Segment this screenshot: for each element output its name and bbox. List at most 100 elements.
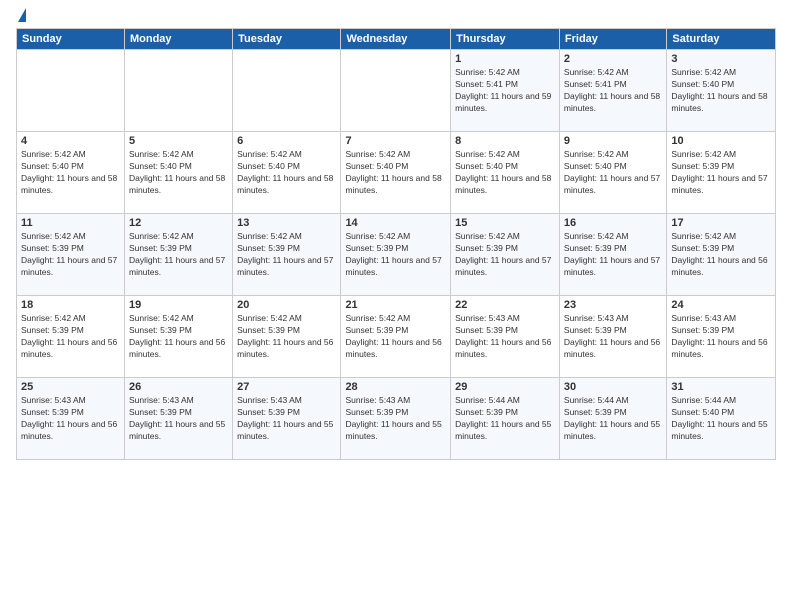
day-number: 22	[455, 299, 555, 311]
day-info: Sunrise: 5:43 AM Sunset: 5:39 PM Dayligh…	[21, 395, 120, 443]
calendar-cell	[17, 50, 125, 132]
day-info: Sunrise: 5:42 AM Sunset: 5:40 PM Dayligh…	[455, 149, 555, 197]
day-info: Sunrise: 5:42 AM Sunset: 5:41 PM Dayligh…	[455, 67, 555, 115]
day-info: Sunrise: 5:42 AM Sunset: 5:39 PM Dayligh…	[237, 231, 336, 279]
calendar-week-2: 4 Sunrise: 5:42 AM Sunset: 5:40 PM Daylig…	[17, 132, 776, 214]
day-info: Sunrise: 5:42 AM Sunset: 5:40 PM Dayligh…	[671, 67, 771, 115]
day-info: Sunrise: 5:42 AM Sunset: 5:39 PM Dayligh…	[237, 313, 336, 361]
day-number: 8	[455, 135, 555, 147]
day-info: Sunrise: 5:43 AM Sunset: 5:39 PM Dayligh…	[564, 313, 662, 361]
calendar-cell: 12Sunrise: 5:42 AM Sunset: 5:39 PM Dayli…	[124, 214, 232, 296]
day-number: 6	[237, 135, 336, 147]
day-info: Sunrise: 5:42 AM Sunset: 5:39 PM Dayligh…	[21, 313, 120, 361]
calendar-cell: 10 Sunrise: 5:42 AM Sunset: 5:39 PM Dayli…	[667, 132, 776, 214]
calendar-cell: 4 Sunrise: 5:42 AM Sunset: 5:40 PM Daylig…	[17, 132, 125, 214]
day-info: Sunrise: 5:42 AM Sunset: 5:39 PM Dayligh…	[345, 231, 446, 279]
day-info: Sunrise: 5:43 AM Sunset: 5:39 PM Dayligh…	[345, 395, 446, 443]
calendar-cell: 5 Sunrise: 5:42 AM Sunset: 5:40 PM Daylig…	[124, 132, 232, 214]
day-number: 3	[671, 53, 771, 65]
calendar-header-wednesday: Wednesday	[341, 29, 451, 50]
day-number: 29	[455, 381, 555, 393]
calendar-cell: 20 Sunrise: 5:42 AM Sunset: 5:39 PM Dayli…	[233, 296, 341, 378]
calendar-week-3: 11 Sunrise: 5:42 AM Sunset: 5:39 PM Dayli…	[17, 214, 776, 296]
day-number: 4	[21, 135, 120, 147]
day-info: Sunrise: 5:42 AM Sunset: 5:40 PM Dayligh…	[21, 149, 120, 197]
day-info: Sunrise: 5:42 AM Sunset: 5:39 PM Dayligh…	[345, 313, 446, 361]
day-info: Sunrise: 5:43 AM Sunset: 5:39 PM Dayligh…	[129, 395, 228, 443]
day-number: 25	[21, 381, 120, 393]
day-info: Sunrise: 5:42 AM Sunset: 5:39 PM Dayligh…	[671, 149, 771, 197]
day-number: 23	[564, 299, 662, 311]
page: SundayMondayTuesdayWednesdayThursdayFrid…	[0, 0, 792, 612]
calendar-cell: 14 Sunrise: 5:42 AM Sunset: 5:39 PM Dayli…	[341, 214, 451, 296]
day-info: Sunrise: 5:42 AM Sunset: 5:39 PM Dayligh…	[129, 313, 228, 361]
day-info: Sunrise: 5:42 AM Sunset: 5:40 PM Dayligh…	[345, 149, 446, 197]
calendar-week-4: 18 Sunrise: 5:42 AM Sunset: 5:39 PM Dayli…	[17, 296, 776, 378]
logo-triangle-icon	[18, 8, 26, 22]
day-number: 31	[671, 381, 771, 393]
day-number: 19	[129, 299, 228, 311]
day-info: Sunrise: 5:42 AM Sunset: 5:39 PM Dayligh…	[564, 231, 662, 279]
day-number: 20	[237, 299, 336, 311]
calendar-cell: 6 Sunrise: 5:42 AM Sunset: 5:40 PM Daylig…	[233, 132, 341, 214]
logo	[16, 12, 26, 22]
day-number: 28	[345, 381, 446, 393]
day-number: 18	[21, 299, 120, 311]
day-info: Sunrise: 5:43 AM Sunset: 5:39 PM Dayligh…	[237, 395, 336, 443]
calendar-cell: 7 Sunrise: 5:42 AM Sunset: 5:40 PM Daylig…	[341, 132, 451, 214]
day-info: Sunrise: 5:43 AM Sunset: 5:39 PM Dayligh…	[671, 313, 771, 361]
calendar-cell: 18 Sunrise: 5:42 AM Sunset: 5:39 PM Dayli…	[17, 296, 125, 378]
day-info: Sunrise: 5:44 AM Sunset: 5:39 PM Dayligh…	[455, 395, 555, 443]
calendar-header-saturday: Saturday	[667, 29, 776, 50]
day-info: Sunrise: 5:42 AM Sunset: 5:40 PM Dayligh…	[129, 149, 228, 197]
day-number: 14	[345, 217, 446, 229]
day-number: 11	[21, 217, 120, 229]
calendar-cell: 29 Sunrise: 5:44 AM Sunset: 5:39 PM Dayli…	[451, 378, 560, 460]
calendar-cell: 16 Sunrise: 5:42 AM Sunset: 5:39 PM Dayli…	[559, 214, 666, 296]
day-number: 27	[237, 381, 336, 393]
day-info: Sunrise: 5:42 AM Sunset: 5:41 PM Dayligh…	[564, 67, 662, 115]
header	[16, 12, 776, 22]
day-number: 13	[237, 217, 336, 229]
day-info: Sunrise: 5:42 AM Sunset: 5:39 PM Dayligh…	[21, 231, 120, 279]
calendar-cell: 23 Sunrise: 5:43 AM Sunset: 5:39 PM Dayli…	[559, 296, 666, 378]
day-number: 30	[564, 381, 662, 393]
calendar-table: SundayMondayTuesdayWednesdayThursdayFrid…	[16, 28, 776, 460]
calendar-cell: 28 Sunrise: 5:43 AM Sunset: 5:39 PM Dayli…	[341, 378, 451, 460]
day-number: 5	[129, 135, 228, 147]
day-number: 10	[671, 135, 771, 147]
calendar-cell: 15Sunrise: 5:42 AM Sunset: 5:39 PM Dayli…	[451, 214, 560, 296]
calendar-cell: 3 Sunrise: 5:42 AM Sunset: 5:40 PM Daylig…	[667, 50, 776, 132]
calendar-header-sunday: Sunday	[17, 29, 125, 50]
day-info: Sunrise: 5:44 AM Sunset: 5:40 PM Dayligh…	[671, 395, 771, 443]
day-info: Sunrise: 5:42 AM Sunset: 5:39 PM Dayligh…	[455, 231, 555, 279]
calendar-header-thursday: Thursday	[451, 29, 560, 50]
day-number: 17	[671, 217, 771, 229]
day-info: Sunrise: 5:42 AM Sunset: 5:39 PM Dayligh…	[671, 231, 771, 279]
calendar-cell	[341, 50, 451, 132]
calendar-header-tuesday: Tuesday	[233, 29, 341, 50]
calendar-header-monday: Monday	[124, 29, 232, 50]
day-info: Sunrise: 5:42 AM Sunset: 5:40 PM Dayligh…	[237, 149, 336, 197]
calendar-cell: 22 Sunrise: 5:43 AM Sunset: 5:39 PM Dayli…	[451, 296, 560, 378]
calendar-cell: 8 Sunrise: 5:42 AM Sunset: 5:40 PM Daylig…	[451, 132, 560, 214]
day-number: 7	[345, 135, 446, 147]
calendar-cell: 21Sunrise: 5:42 AM Sunset: 5:39 PM Dayli…	[341, 296, 451, 378]
calendar-cell: 25 Sunrise: 5:43 AM Sunset: 5:39 PM Dayli…	[17, 378, 125, 460]
day-info: Sunrise: 5:44 AM Sunset: 5:39 PM Dayligh…	[564, 395, 662, 443]
calendar-cell: 27 Sunrise: 5:43 AM Sunset: 5:39 PM Dayli…	[233, 378, 341, 460]
day-number: 2	[564, 53, 662, 65]
day-number: 16	[564, 217, 662, 229]
day-number: 24	[671, 299, 771, 311]
calendar-cell: 31 Sunrise: 5:44 AM Sunset: 5:40 PM Dayli…	[667, 378, 776, 460]
day-info: Sunrise: 5:43 AM Sunset: 5:39 PM Dayligh…	[455, 313, 555, 361]
day-info: Sunrise: 5:42 AM Sunset: 5:39 PM Dayligh…	[129, 231, 228, 279]
day-number: 26	[129, 381, 228, 393]
day-number: 1	[455, 53, 555, 65]
calendar-cell: 2 Sunrise: 5:42 AM Sunset: 5:41 PM Daylig…	[559, 50, 666, 132]
logo-text	[16, 12, 26, 22]
calendar-cell: 17 Sunrise: 5:42 AM Sunset: 5:39 PM Dayli…	[667, 214, 776, 296]
calendar-cell: 1 Sunrise: 5:42 AM Sunset: 5:41 PM Daylig…	[451, 50, 560, 132]
calendar-cell: 24 Sunrise: 5:43 AM Sunset: 5:39 PM Dayli…	[667, 296, 776, 378]
calendar-week-1: 1 Sunrise: 5:42 AM Sunset: 5:41 PM Daylig…	[17, 50, 776, 132]
